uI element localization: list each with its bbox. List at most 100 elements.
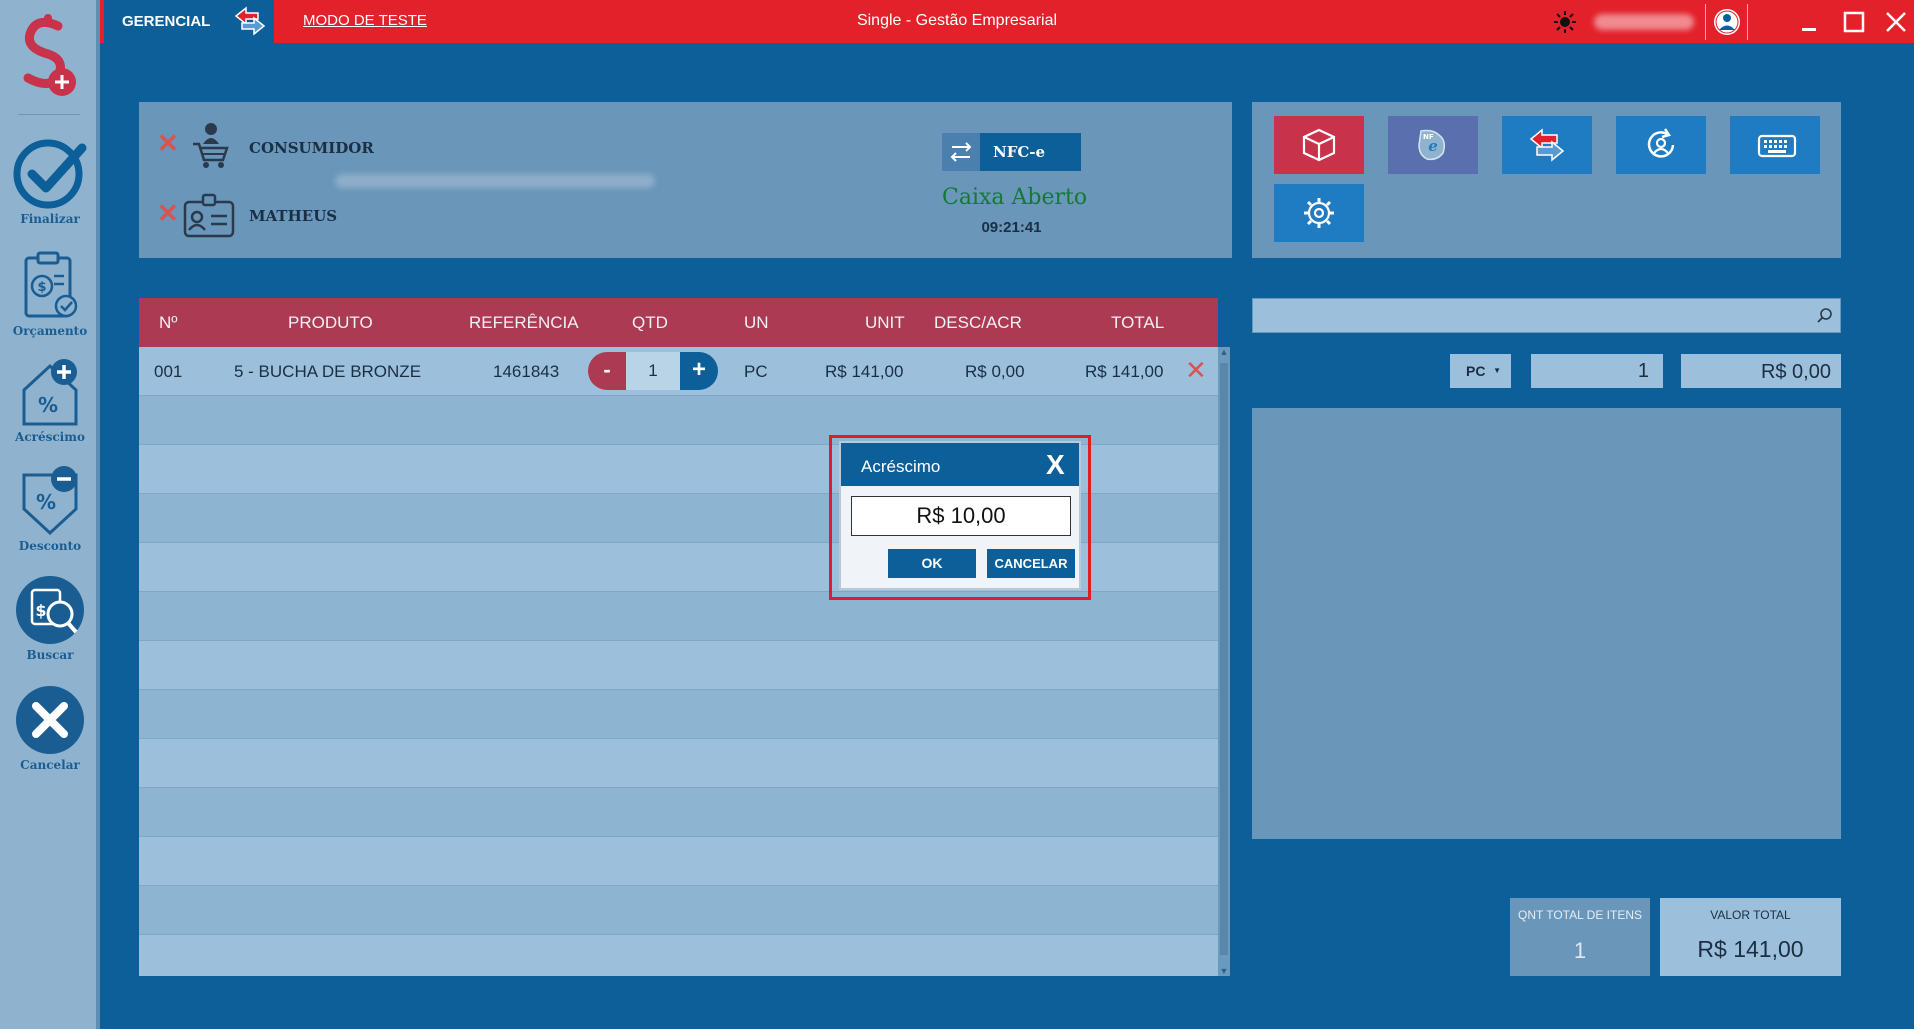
fiscal-document-toggle[interactable]: NFC-e [942, 133, 1081, 171]
settings-button[interactable] [1274, 184, 1364, 242]
svg-text:$: $ [35, 601, 46, 620]
refresh-user-icon [1647, 128, 1675, 158]
nfe-icon: e NF [1418, 129, 1446, 161]
search-icon[interactable] [1816, 307, 1834, 325]
total-value-card: VALOR TOTAL R$ 141,00 [1660, 898, 1841, 976]
divider [1705, 4, 1706, 40]
quantity-value[interactable]: 1 [626, 352, 680, 390]
sidebar-item-desconto[interactable]: % Desconto [0, 465, 100, 565]
column-header: QTD [632, 313, 668, 332]
total-items-card: QNT TOTAL DE ITENS 1 [1510, 898, 1650, 976]
scroll-up-icon[interactable]: ▲ [1218, 347, 1230, 357]
sidebar: Finalizar $ Orçamento % Acréscimo % Desc… [0, 0, 100, 1029]
divider [18, 114, 80, 115]
item-number: 001 [154, 362, 183, 381]
entry-price-field[interactable]: R$ 0,00 [1681, 354, 1841, 388]
table-row [139, 641, 1218, 690]
close-window-icon[interactable] [1882, 8, 1910, 36]
surcharge-amount-input[interactable]: R$ 10,00 [851, 496, 1071, 536]
seller-label: MATHEUS [249, 207, 338, 225]
keyboard-button[interactable] [1730, 116, 1820, 174]
dialog-header: Acréscimo X [841, 443, 1079, 486]
sidebar-item-label: Orçamento [12, 324, 88, 338]
table-header: Nº PRODUTO REFERÊNCIA QTD UN UNIT DESC/A… [139, 298, 1218, 347]
table-row [139, 837, 1218, 886]
surcharge-dialog: Acréscimo X R$ 10,00 OK CANCELAR [839, 441, 1081, 590]
svg-text:%: % [38, 393, 58, 417]
scroll-down-icon[interactable]: ▼ [1218, 966, 1230, 976]
title-bar: GERENCIAL MODO DE TESTE Single - Gestão … [0, 0, 1914, 43]
table-row[interactable]: 001 5 - BUCHA DE BRONZE 1461843 - 1 + PC… [139, 347, 1218, 396]
keyboard-icon [1757, 134, 1797, 158]
swap-arrows-icon [1529, 128, 1565, 162]
ok-button[interactable]: OK [888, 549, 976, 578]
seller-badge-icon [183, 193, 235, 238]
quantity-stepper: - 1 + [588, 352, 718, 390]
exchange-button[interactable] [1502, 116, 1592, 174]
chevron-down-icon: ▼ [1493, 366, 1501, 375]
sale-header-panel: ✕ CONSUMIDOR ✕ MATHEUS NFC-e Caixa Abert… [139, 102, 1232, 258]
dialog-title: Acréscimo [861, 457, 941, 476]
item-discount: R$ 0,00 [965, 362, 1025, 381]
total-items-label: QNT TOTAL DE ITENS [1517, 908, 1643, 922]
sidebar-item-orcamento[interactable]: $ Orçamento [0, 250, 100, 350]
box-icon [1302, 128, 1336, 162]
fiscal-document-label: NFC-e [993, 143, 1046, 161]
minimize-icon[interactable] [1796, 8, 1824, 36]
table-row [139, 886, 1218, 935]
svg-text:%: % [36, 490, 56, 514]
dialog-close-button[interactable]: X [1046, 449, 1065, 481]
sidebar-item-label: Buscar [26, 648, 74, 662]
items-table: Nº PRODUTO REFERÊNCIA QTD UN UNIT DESC/A… [139, 298, 1230, 976]
total-items-value: 1 [1573, 938, 1587, 963]
sidebar-item-buscar[interactable]: $ Buscar [0, 574, 100, 674]
sidebar-item-cancelar[interactable]: Cancelar [0, 684, 100, 784]
remove-seller-icon[interactable]: ✕ [157, 200, 179, 226]
products-button[interactable] [1274, 116, 1364, 174]
discount-icon: % [22, 466, 78, 536]
maximize-icon[interactable] [1840, 8, 1868, 36]
customer-cart-icon [193, 123, 229, 168]
item-reference: 1461843 [493, 362, 560, 381]
column-header: DESC/ACR [934, 313, 1022, 332]
refresh-customer-button[interactable] [1616, 116, 1706, 174]
svg-text:$: $ [37, 280, 46, 295]
product-preview-area [1252, 408, 1841, 839]
remove-customer-icon[interactable]: ✕ [157, 130, 179, 156]
unit-select[interactable]: PC ▼ [1450, 354, 1511, 388]
sidebar-item-acrescimo[interactable]: % Acréscimo [0, 356, 100, 456]
item-total: R$ 141,00 [1085, 362, 1164, 381]
table-row [139, 739, 1218, 788]
increase-quantity-button[interactable]: + [680, 352, 718, 390]
username-redacted [1594, 14, 1694, 30]
total-value-label: VALOR TOTAL [1710, 908, 1791, 922]
app-logo-icon [23, 14, 76, 96]
user-avatar-icon[interactable] [1712, 7, 1742, 37]
test-mode-link[interactable]: MODO DE TESTE [303, 12, 427, 29]
nfe-button[interactable]: e NF [1388, 116, 1478, 174]
item-unit: PC [744, 362, 768, 381]
remove-item-icon[interactable]: ✕ [1185, 357, 1207, 383]
seller-name-redacted [335, 174, 655, 188]
surcharge-icon: % [22, 359, 78, 426]
switch-mode-icon[interactable] [232, 4, 268, 38]
theme-toggle-icon[interactable] [1553, 10, 1577, 34]
sidebar-item-finalizar[interactable]: Finalizar [0, 138, 100, 238]
sidebar-item-label: Desconto [18, 539, 82, 553]
entry-quantity-field[interactable]: 1 [1531, 354, 1663, 388]
swap-icon [942, 133, 980, 171]
scrollbar-thumb[interactable] [1220, 363, 1228, 955]
table-scrollbar[interactable]: ▲ ▼ [1218, 347, 1230, 976]
column-header: PRODUTO [288, 313, 373, 332]
decrease-quantity-button[interactable]: - [588, 352, 626, 390]
sidebar-item-label: Acréscimo [15, 430, 85, 444]
settings-icon [1304, 198, 1334, 228]
column-header: TOTAL [1111, 313, 1165, 332]
table-row [139, 788, 1218, 837]
sidebar-item-label: Cancelar [20, 758, 80, 772]
cancel-button[interactable]: CANCELAR [987, 549, 1075, 578]
product-search-input[interactable] [1253, 299, 1793, 332]
cancel-icon [16, 686, 84, 754]
item-product: 5 - BUCHA DE BRONZE [234, 362, 422, 381]
svg-text:NF: NF [1423, 133, 1434, 141]
